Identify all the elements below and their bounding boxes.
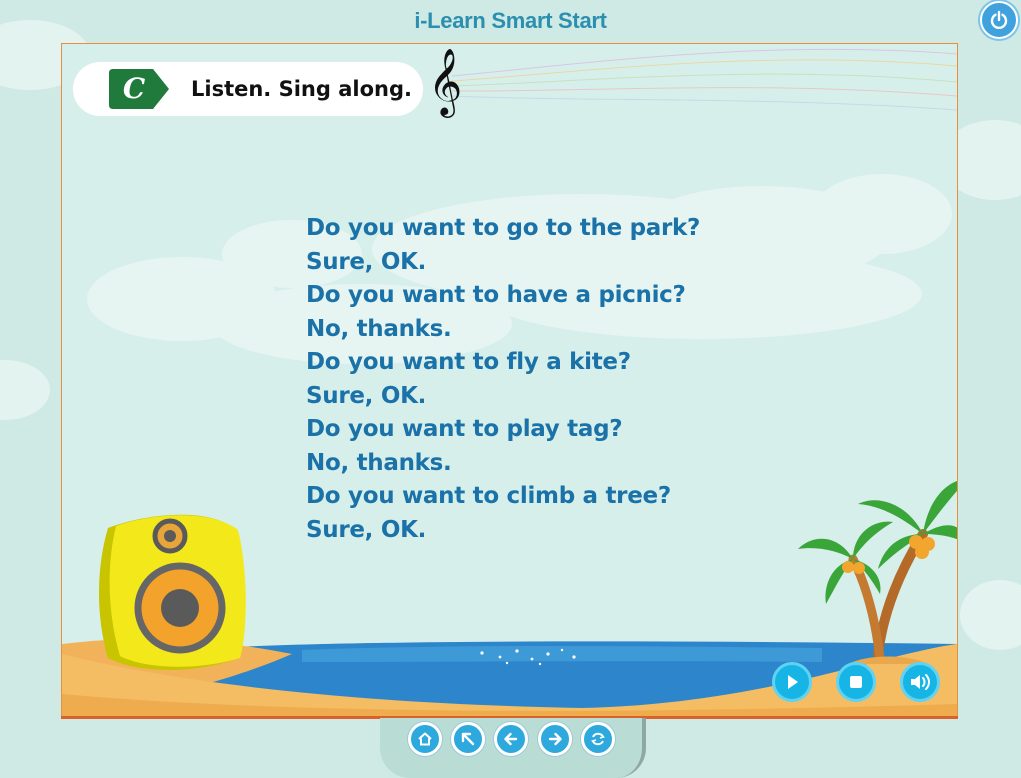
lyric-line: Do you want to have a picnic? (306, 282, 686, 308)
lyric-line: No, thanks. (306, 449, 452, 476)
background-cloud (960, 580, 1021, 650)
home-button[interactable] (408, 722, 442, 756)
lyric-line: Sure, OK. (306, 516, 427, 543)
next-icon (548, 732, 562, 746)
lyric-line: Do you want to play tag? (306, 416, 623, 442)
replay-icon (591, 732, 605, 746)
back-to-menu-icon (461, 732, 475, 746)
stop-button[interactable] (836, 662, 876, 702)
lesson-stage: C Listen. Sing along. 𝄞 Do you want to g… (61, 43, 958, 719)
volume-button[interactable] (900, 662, 940, 702)
palm-tree-illustration (798, 481, 957, 664)
home-icon (418, 732, 432, 746)
next-button[interactable] (538, 722, 572, 756)
play-icon (788, 675, 798, 689)
lyric-line: Do you want to go to the park? (306, 215, 701, 241)
background-cloud (0, 360, 50, 420)
lyric-line: Do you want to fly a kite? (306, 349, 631, 375)
app-title: i-Learn Smart Start (414, 8, 607, 33)
treble-clef-icon: 𝄞 (428, 47, 463, 115)
exercise-header: C Listen. Sing along. (73, 62, 423, 116)
song-lyrics: Do you want to go to the park? Sure, OK.… (306, 212, 700, 547)
stop-icon (850, 676, 862, 688)
exercise-badge: C (109, 69, 171, 109)
lyric-line: No, thanks. (306, 315, 452, 342)
lyric-line: Sure, OK. (306, 382, 427, 409)
exercise-letter: C (122, 72, 146, 105)
replay-button[interactable] (581, 722, 615, 756)
exercise-instruction: Listen. Sing along. (191, 77, 412, 101)
power-button[interactable] (980, 1, 1018, 39)
play-button[interactable] (772, 662, 812, 702)
back-to-menu-button[interactable] (451, 722, 485, 756)
volume-icon (911, 674, 930, 690)
previous-icon (504, 732, 518, 746)
power-icon (990, 10, 1008, 29)
speaker-illustration (99, 514, 246, 670)
lyric-line: Sure, OK. (306, 248, 427, 275)
previous-button[interactable] (494, 722, 528, 756)
lyric-line: Do you want to climb a tree? (306, 483, 671, 509)
